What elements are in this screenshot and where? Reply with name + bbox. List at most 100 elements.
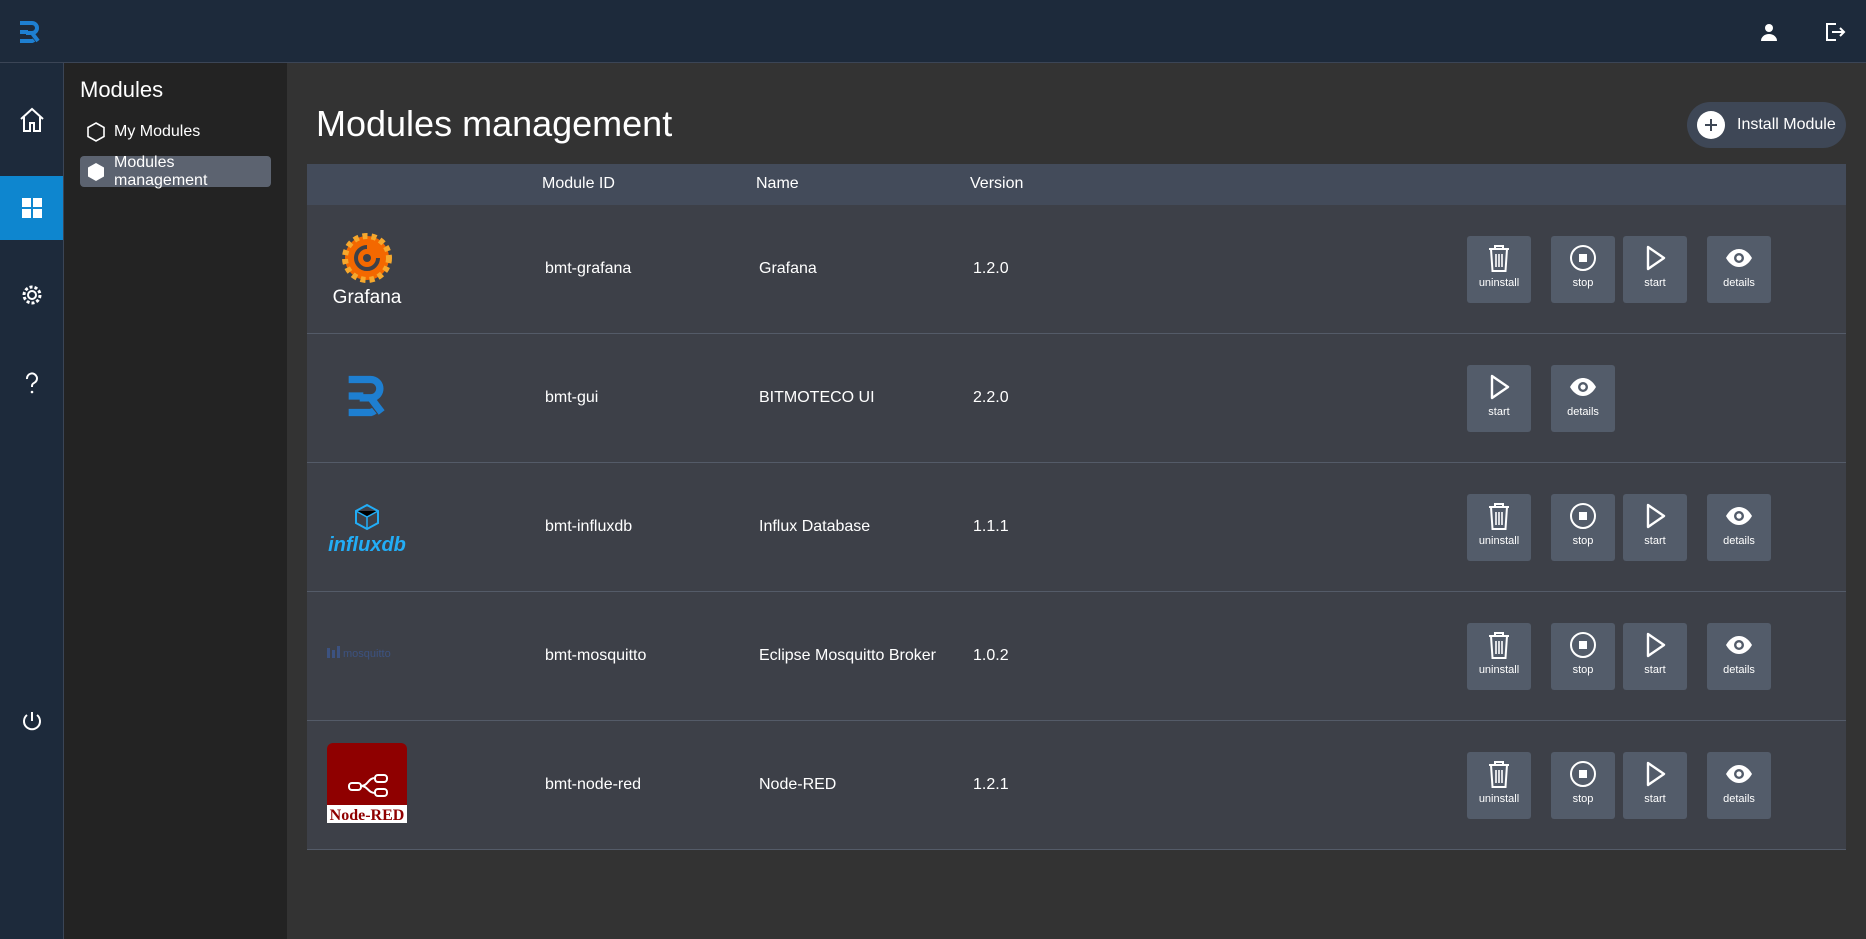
bitmoteco-logo [325, 354, 409, 438]
stop-circle-icon [1568, 629, 1598, 661]
user-icon[interactable] [1754, 17, 1784, 47]
trash-icon [1484, 629, 1514, 661]
nav-item-my-modules[interactable]: My Modules [80, 116, 271, 147]
eye-icon [1724, 629, 1754, 661]
module-version-cell: 1.0.2 [973, 647, 1009, 664]
modules-side-panel: Modules My Modules Modules management [64, 63, 287, 939]
uninstall-label: uninstall [1478, 535, 1520, 547]
svg-text:influxdb: influxdb [328, 534, 406, 556]
start-label: start [1644, 277, 1666, 289]
trash-icon [1484, 500, 1514, 532]
power-icon[interactable] [0, 689, 63, 753]
module-name-cell: Node-RED [759, 776, 837, 793]
install-module-button[interactable]: Install Module [1687, 102, 1846, 148]
influxdb-logo: influxdb [325, 483, 409, 567]
modules-grid-icon[interactable] [0, 176, 63, 240]
settings-gear-icon[interactable] [0, 263, 63, 327]
stop-button[interactable]: stop [1551, 623, 1615, 690]
module-version-cell: 2.2.0 [973, 389, 1009, 406]
hexagon-filled-icon [86, 162, 106, 182]
details-label: details [1723, 793, 1755, 805]
start-button[interactable]: start [1467, 365, 1531, 432]
svg-text:Node-RED: Node-RED [330, 807, 405, 824]
details-button[interactable]: details [1707, 494, 1771, 561]
uninstall-label: uninstall [1478, 277, 1520, 289]
play-icon [1640, 758, 1670, 790]
module-name-cell: Influx Database [759, 518, 871, 535]
stop-label: stop [1572, 793, 1594, 805]
row-actions: start details [1467, 365, 1623, 432]
stop-circle-icon [1568, 242, 1598, 274]
details-button[interactable]: details [1551, 365, 1615, 432]
details-button[interactable]: details [1707, 236, 1771, 303]
nav-item-modules-management[interactable]: Modules management [80, 153, 271, 189]
start-label: start [1488, 406, 1510, 418]
hexagon-outline-icon [86, 121, 106, 142]
start-button[interactable]: start [1623, 623, 1687, 690]
trash-icon [1484, 242, 1514, 274]
uninstall-label: uninstall [1478, 793, 1520, 805]
bitmoteco-logo-icon[interactable] [18, 20, 42, 44]
help-icon[interactable] [0, 351, 63, 415]
module-name-cell: BITMOTECO UI [759, 389, 875, 406]
stop-label: stop [1572, 277, 1594, 289]
start-button[interactable]: start [1623, 752, 1687, 819]
table-row: influxdb bmt-influxdb Influx Database 1.1.1… [307, 463, 1846, 592]
table-header: Module ID Name Version [307, 164, 1846, 205]
stop-label: stop [1572, 535, 1594, 547]
page-title: Modules management [316, 103, 673, 144]
plus-icon [1697, 111, 1725, 139]
stop-circle-icon [1568, 500, 1598, 532]
details-button[interactable]: details [1707, 623, 1771, 690]
stop-button[interactable]: stop [1551, 752, 1615, 819]
details-button[interactable]: details [1707, 752, 1771, 819]
modules-table: Module ID Name Version Grafana bmt-grafan… [307, 164, 1846, 850]
play-icon [1640, 629, 1670, 661]
stop-button[interactable]: stop [1551, 236, 1615, 303]
eye-icon [1568, 371, 1598, 403]
svg-text:mosquitto: mosquitto [343, 648, 391, 660]
play-icon [1640, 242, 1670, 274]
table-row: Grafana bmt-grafana Grafana 1.2.0 uninstall… [307, 205, 1846, 334]
play-icon [1640, 500, 1670, 532]
left-rail [0, 63, 64, 939]
column-version: Version [970, 175, 1024, 192]
side-panel-title: Modules [80, 77, 164, 102]
module-id-cell: bmt-mosquitto [545, 647, 647, 664]
mosquitto-logo: mosquitto [325, 612, 409, 696]
module-id-cell: bmt-grafana [545, 260, 632, 277]
logout-icon[interactable] [1819, 17, 1849, 47]
nav-item-label: Modules management [114, 153, 208, 189]
uninstall-button[interactable]: uninstall [1467, 494, 1531, 561]
module-name-cell: Grafana [759, 260, 817, 277]
stop-button[interactable]: stop [1551, 494, 1615, 561]
start-button[interactable]: start [1623, 494, 1687, 561]
module-version-cell: 1.2.0 [973, 260, 1009, 277]
table-row: bmt-gui BITMOTECO UI 2.2.0 start details [307, 334, 1846, 463]
install-module-label: Install Module [1737, 116, 1836, 133]
uninstall-button[interactable]: uninstall [1467, 236, 1531, 303]
eye-icon [1724, 758, 1754, 790]
start-label: start [1644, 535, 1666, 547]
trash-icon [1484, 758, 1514, 790]
row-actions: uninstall stop start details [1467, 236, 1779, 303]
module-id-cell: bmt-node-red [545, 776, 642, 793]
row-actions: uninstall stop start details [1467, 494, 1779, 561]
table-row: mosquitto bmt-mosquitto Eclipse Mosquitto … [307, 592, 1846, 721]
eye-icon [1724, 242, 1754, 274]
details-label: details [1723, 535, 1755, 547]
details-label: details [1567, 406, 1599, 418]
uninstall-button[interactable]: uninstall [1467, 752, 1531, 819]
start-label: start [1644, 793, 1666, 805]
row-actions: uninstall stop start details [1467, 623, 1779, 690]
top-bar [0, 0, 1866, 63]
row-actions: uninstall stop start details [1467, 752, 1779, 819]
module-id-cell: bmt-influxdb [545, 518, 633, 535]
start-button[interactable]: start [1623, 236, 1687, 303]
uninstall-button[interactable]: uninstall [1467, 623, 1531, 690]
svg-text:Grafana: Grafana [333, 287, 402, 308]
grafana-logo: Grafana [325, 225, 409, 309]
home-icon[interactable] [0, 88, 63, 152]
module-version-cell: 1.1.1 [973, 518, 1009, 535]
module-version-cell: 1.2.1 [973, 776, 1009, 793]
